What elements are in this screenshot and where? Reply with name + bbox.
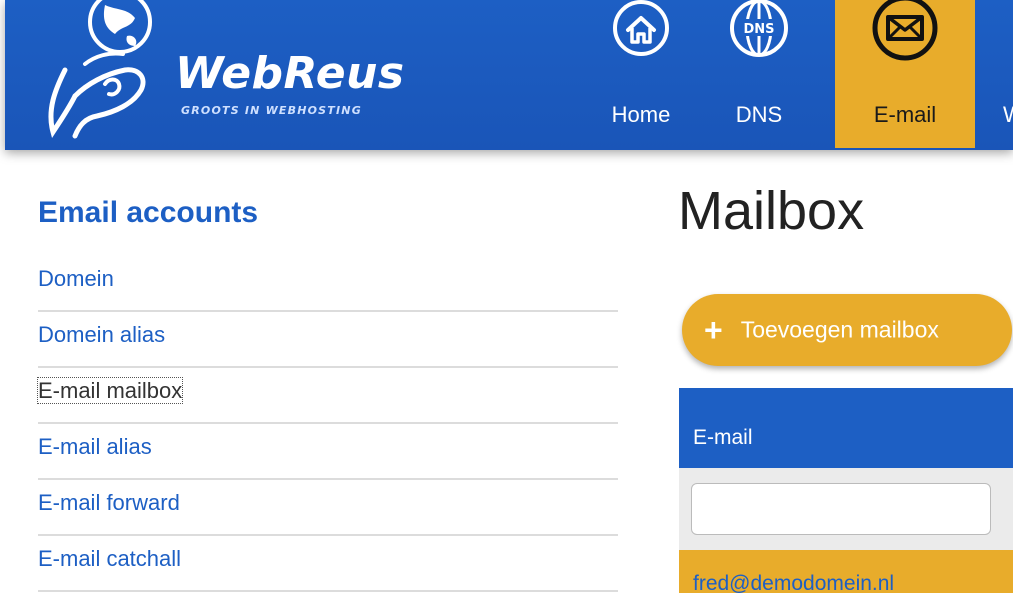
dns-globe-icon: DNS bbox=[730, 0, 788, 57]
logo-tagline: GROOTS IN WEBHOSTING bbox=[181, 104, 362, 117]
sidebar-item-label: E-mail forward bbox=[38, 490, 180, 515]
nav-label: Home bbox=[611, 102, 671, 127]
webreus-logo[interactable]: WebReus GROOTS IN WEBHOSTING bbox=[35, 0, 455, 148]
add-mailbox-button[interactable]: + Toevoegen mailbox bbox=[682, 294, 1012, 366]
home-icon bbox=[613, 0, 669, 56]
sidebar-item-domein-alias[interactable]: Domein alias bbox=[38, 312, 618, 368]
nav-home[interactable]: Home bbox=[591, 0, 691, 148]
sidebar-item-label: E-mail alias bbox=[38, 434, 152, 459]
sidebar-title: Email accounts bbox=[38, 196, 259, 229]
add-mailbox-label: Toevoegen mailbox bbox=[740, 316, 939, 343]
sidebar-item-label: Domein bbox=[38, 266, 114, 291]
table-header: E-mail bbox=[679, 388, 1013, 468]
top-header: WebReus GROOTS IN WEBHOSTING Home DNS DN… bbox=[5, 0, 1013, 150]
nav-label: DNS bbox=[735, 102, 783, 127]
sidebar-item-label: Domein alias bbox=[38, 322, 166, 347]
envelope-icon bbox=[872, 0, 938, 61]
nav-label: W bbox=[1003, 102, 1013, 128]
nav-email[interactable]: E-mail bbox=[835, 0, 975, 148]
plus-icon: + bbox=[704, 312, 723, 348]
page-title: Mailbox bbox=[678, 181, 865, 241]
globe-hand-icon bbox=[48, 0, 152, 139]
sidebar-menu: Domein Domein alias E-mail mailbox E-mai… bbox=[36, 256, 618, 592]
sidebar-item-label: E-mail mailbox bbox=[36, 377, 184, 404]
nav-dns[interactable]: DNS DNS bbox=[709, 0, 809, 148]
logo-wordmark: WebReus bbox=[175, 48, 405, 99]
email-cell-link[interactable]: fred@demodomein.nl bbox=[693, 572, 894, 593]
sidebar-item-email-catchall[interactable]: E-mail catchall bbox=[38, 536, 618, 592]
sidebar-item-label: E-mail catchall bbox=[38, 546, 182, 571]
svg-text:DNS: DNS bbox=[743, 22, 774, 37]
sidebar-item-email-mailbox[interactable]: E-mail mailbox bbox=[36, 368, 618, 424]
sidebar-item-email-alias[interactable]: E-mail alias bbox=[38, 424, 618, 480]
column-header-email[interactable]: E-mail bbox=[693, 426, 753, 450]
nav-more[interactable]: W bbox=[997, 0, 1013, 148]
table-filter-row bbox=[679, 468, 1013, 550]
nav-label: E-mail bbox=[873, 102, 937, 127]
email-filter-input[interactable] bbox=[691, 483, 991, 535]
sidebar-item-email-forward[interactable]: E-mail forward bbox=[38, 480, 618, 536]
table-row[interactable]: fred@demodomein.nl bbox=[679, 550, 1013, 593]
sidebar-item-domein[interactable]: Domein bbox=[38, 256, 618, 312]
